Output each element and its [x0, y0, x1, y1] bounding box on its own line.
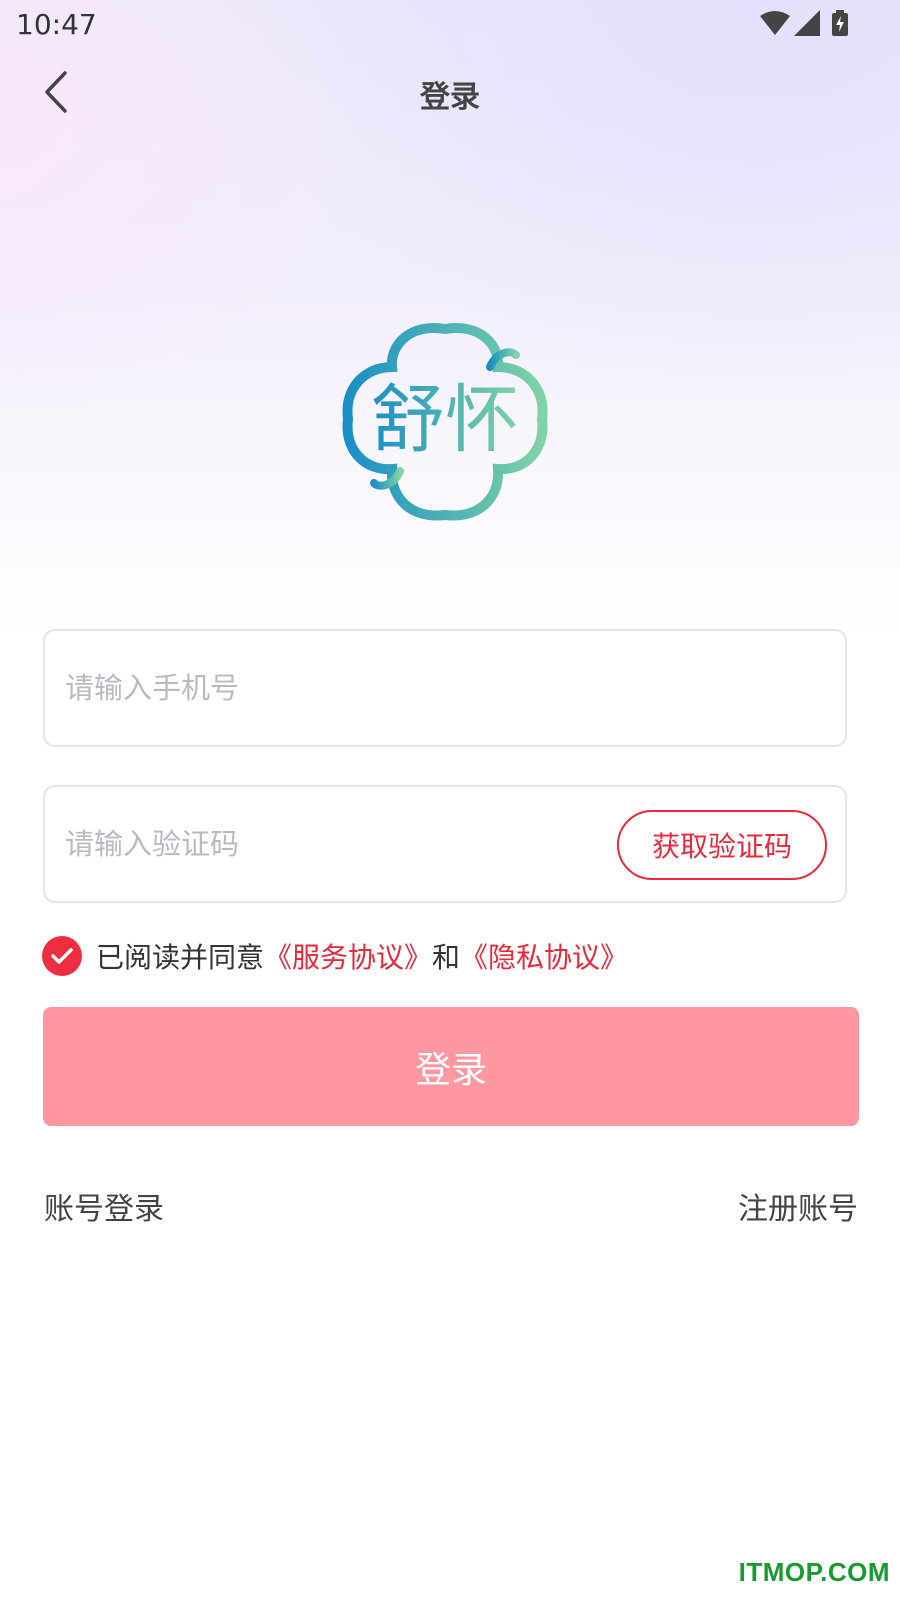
- agreement-conjunction: 和: [432, 941, 461, 974]
- watermark: ITMOP.COM: [738, 1557, 890, 1587]
- agreement-row: 已阅读并同意 《服务协议》 和 《隐私协议》: [42, 935, 628, 977]
- get-code-button[interactable]: 获取验证码: [617, 810, 827, 880]
- account-login-link[interactable]: 账号登录: [44, 1184, 164, 1228]
- logo-text: 舒怀: [371, 377, 519, 463]
- verification-code-input[interactable]: [65, 787, 585, 901]
- phone-field: [43, 629, 847, 747]
- register-link[interactable]: 注册账号: [738, 1184, 858, 1228]
- battery-charging-icon: [832, 10, 848, 36]
- status-time: 10:47: [16, 8, 97, 41]
- nav-bar: 登录: [0, 56, 900, 128]
- login-button[interactable]: 登录: [43, 1007, 859, 1126]
- agreement-checkbox[interactable]: [42, 936, 82, 976]
- page-title: 登录: [420, 80, 480, 115]
- checkmark-icon: [51, 948, 73, 964]
- app-logo: 舒怀: [340, 315, 550, 525]
- wifi-icon: [760, 11, 790, 35]
- status-bar: 10:47: [0, 0, 900, 50]
- phone-input[interactable]: [65, 631, 585, 745]
- status-icons: [760, 10, 850, 38]
- service-agreement-link[interactable]: 《服务协议》: [264, 936, 432, 976]
- agreement-prefix: 已阅读并同意: [96, 941, 265, 974]
- privacy-agreement-link[interactable]: 《隐私协议》: [460, 936, 628, 976]
- signal-icon: [794, 10, 820, 36]
- code-field: 获取验证码: [43, 785, 847, 903]
